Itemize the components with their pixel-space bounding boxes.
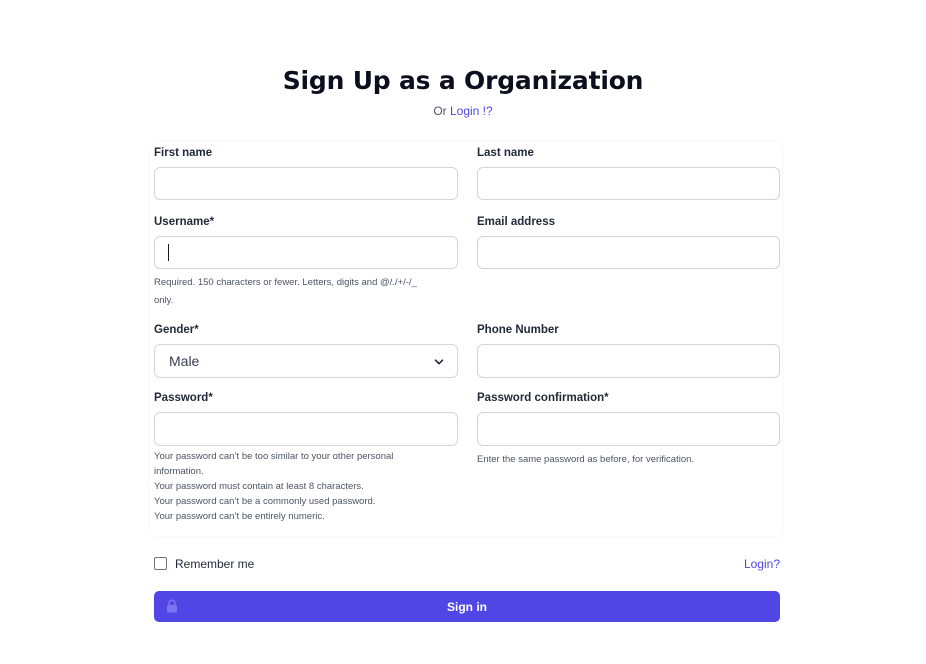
password-help-1: Your password can’t be too similar to yo… xyxy=(154,451,394,462)
email-input[interactable] xyxy=(477,236,780,269)
first-name-label: First name xyxy=(154,147,213,159)
signup-form-card xyxy=(150,142,782,536)
gender-select-value: Male xyxy=(169,353,200,369)
password-label: Password* xyxy=(154,392,213,404)
password-help-3: Your password must contain at least 8 ch… xyxy=(154,481,364,492)
password-help-4: Your password can’t be a commonly used p… xyxy=(154,496,376,507)
last-name-input[interactable] xyxy=(477,167,780,200)
remember-me-label: Remember me xyxy=(175,557,255,571)
text-cursor xyxy=(168,244,169,261)
password-confirm-help: Enter the same password as before, for v… xyxy=(477,454,695,465)
page-title: Sign Up as a Organization xyxy=(282,66,644,95)
gender-label: Gender* xyxy=(154,324,199,336)
password-confirm-label: Password confirmation* xyxy=(477,392,609,404)
sign-in-label: Sign in xyxy=(447,600,487,614)
subtitle: Or Login !? xyxy=(0,104,926,118)
username-help-text: Required. 150 characters or fewer. Lette… xyxy=(154,277,417,288)
login-link-bottom[interactable]: Login? xyxy=(744,557,780,571)
username-input[interactable] xyxy=(154,236,458,269)
password-confirm-input[interactable] xyxy=(477,412,780,446)
last-name-label: Last name xyxy=(477,147,534,159)
first-name-input[interactable] xyxy=(154,167,458,200)
subtitle-prefix: Or xyxy=(433,104,450,118)
password-help-5: Your password can’t be entirely numeric. xyxy=(154,511,325,522)
gender-select[interactable]: Male xyxy=(154,344,458,378)
chevron-down-icon xyxy=(434,359,444,365)
username-label: Username* xyxy=(154,216,215,228)
password-input[interactable] xyxy=(154,412,458,446)
sign-in-button[interactable]: Sign in xyxy=(154,591,780,622)
email-label: Email address xyxy=(477,216,555,228)
username-help-text-cont: only. xyxy=(154,295,174,306)
phone-label: Phone Number xyxy=(477,324,559,336)
phone-input[interactable] xyxy=(477,344,780,378)
remember-me-checkbox[interactable] xyxy=(154,557,167,570)
login-link-top[interactable]: Login !? xyxy=(450,104,493,118)
password-help-2: information. xyxy=(154,466,204,477)
